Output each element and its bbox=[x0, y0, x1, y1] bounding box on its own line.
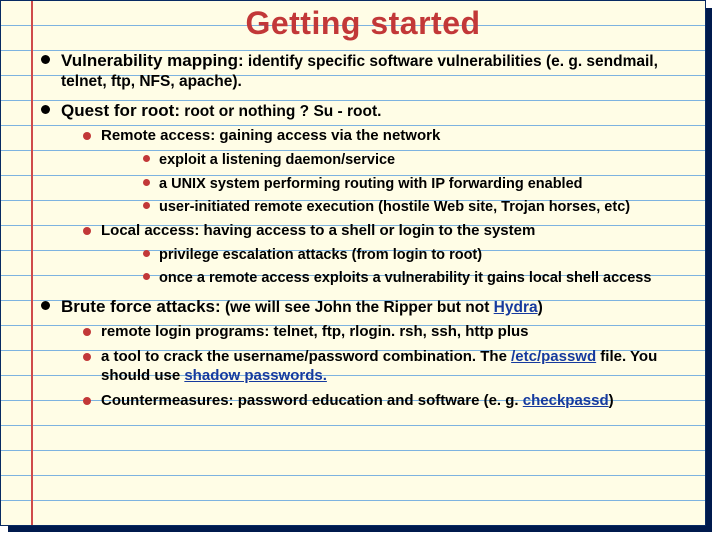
text: Remote access: gaining access via the ne… bbox=[101, 127, 440, 144]
slide-title: Getting started bbox=[39, 1, 687, 42]
bullet-brute-force: Brute force attacks: (we will see John t… bbox=[39, 296, 687, 411]
sub-local-access: Local access: having access to a shell o… bbox=[61, 222, 687, 287]
subsub-user-initiated: user-initiated remote execution (hostile… bbox=[101, 198, 687, 216]
slide-content: Getting started Vulnerability mapping: i… bbox=[39, 1, 687, 525]
subsub-privilege-escalation: privilege escalation attacks (from login… bbox=[101, 246, 687, 264]
subsub-exploit-daemon: exploit a listening daemon/service bbox=[101, 151, 687, 169]
sub-countermeasures: Countermeasures: password education and … bbox=[61, 392, 687, 411]
subsub-gains-shell: once a remote access exploits a vulnerab… bbox=[101, 269, 687, 287]
slide: Getting started Vulnerability mapping: i… bbox=[0, 0, 720, 540]
lead-text: Vulnerability mapping: bbox=[61, 51, 244, 70]
subsub-unix-routing: a UNIX system performing routing with IP… bbox=[101, 175, 687, 193]
body-text: root or nothing ? Su - root. bbox=[180, 103, 381, 120]
lead-text: Quest for root: bbox=[61, 101, 180, 120]
bullet-list: Vulnerability mapping: identify specific… bbox=[39, 50, 687, 411]
body-text: (we will see John the Ripper but not bbox=[221, 299, 494, 316]
text: a tool to crack the username/password co… bbox=[101, 348, 511, 365]
lead-text: Brute force attacks: bbox=[61, 297, 221, 316]
sub-remote-access: Remote access: gaining access via the ne… bbox=[61, 127, 687, 216]
sub-remote-login-programs: remote login programs: telnet, ftp, rlog… bbox=[61, 323, 687, 342]
bullet-quest-for-root: Quest for root: root or nothing ? Su - r… bbox=[39, 100, 687, 288]
link-checkpassd[interactable]: checkpassd bbox=[523, 392, 609, 409]
link-etc-passwd[interactable]: /etc/passwd bbox=[511, 348, 596, 365]
paper-background: Getting started Vulnerability mapping: i… bbox=[0, 0, 706, 526]
link-shadow-passwords[interactable]: shadow passwords. bbox=[184, 367, 327, 384]
sub-crack-tool: a tool to crack the username/password co… bbox=[61, 348, 687, 386]
text: Local access: having access to a shell o… bbox=[101, 222, 535, 239]
text: ) bbox=[609, 392, 614, 409]
text: Countermeasures: password education and … bbox=[101, 392, 523, 409]
body-text: ) bbox=[538, 299, 543, 316]
link-hydra[interactable]: Hydra bbox=[494, 299, 538, 316]
bullet-vulnerability-mapping: Vulnerability mapping: identify specific… bbox=[39, 50, 687, 92]
